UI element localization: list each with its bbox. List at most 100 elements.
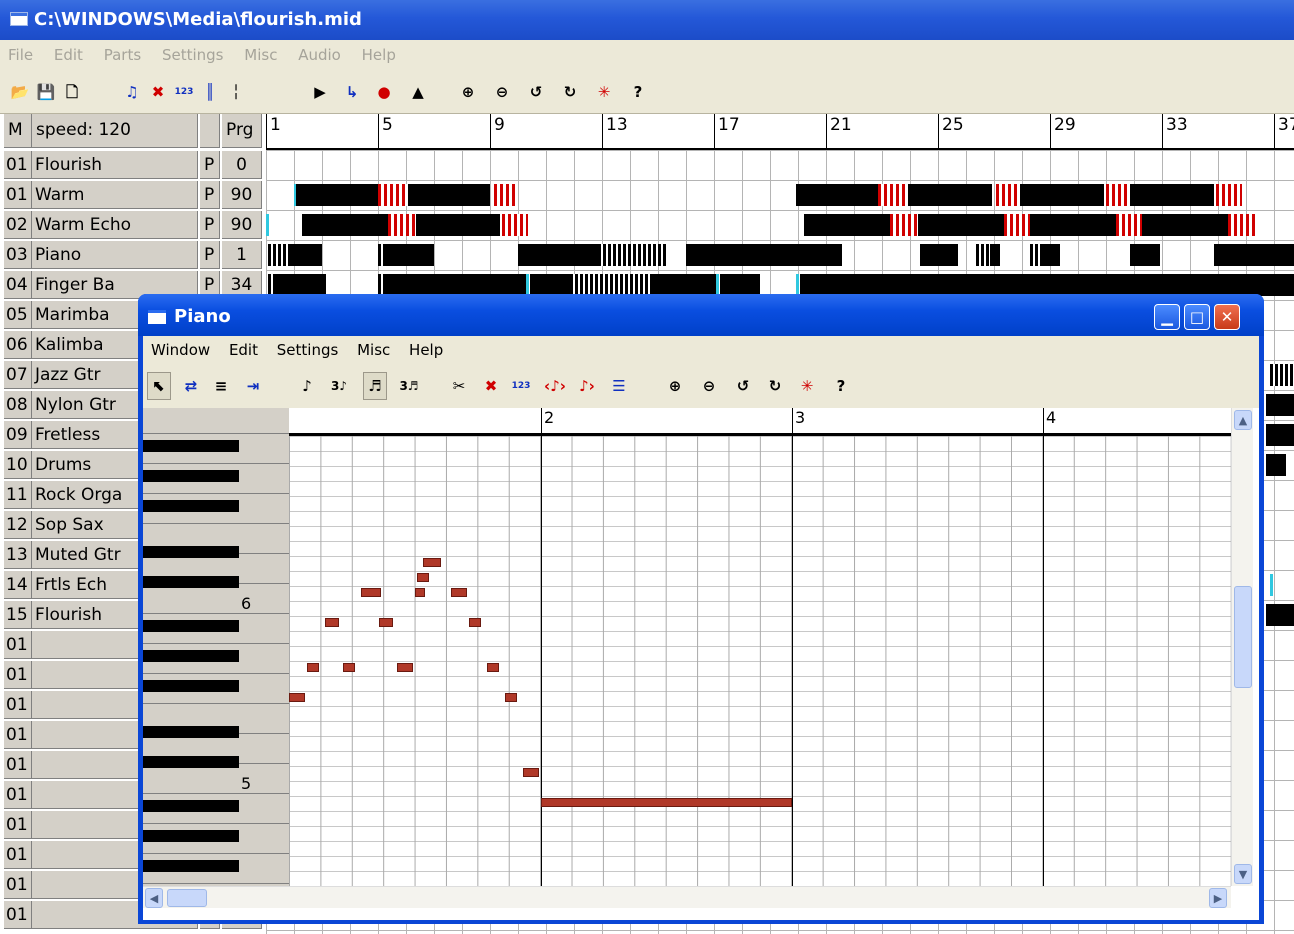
open-folder-icon[interactable]: 📂 xyxy=(8,78,32,106)
play-icon[interactable]: ▶ xyxy=(308,78,332,106)
grid-icon[interactable]: ║ xyxy=(198,78,222,106)
help-icon[interactable]: ? xyxy=(829,372,853,400)
track-number[interactable]: 01 xyxy=(4,901,32,929)
piano-keyboard[interactable]: 6 5 xyxy=(143,408,289,886)
delete-icon[interactable]: ✖ xyxy=(479,372,503,400)
track-number[interactable]: 09 xyxy=(4,421,32,449)
select-icon[interactable]: ⬉ xyxy=(147,372,171,400)
cut-icon[interactable]: ✂ xyxy=(447,372,471,400)
black-key[interactable] xyxy=(143,470,239,482)
save-icon[interactable]: 💾 xyxy=(34,78,58,106)
shift-right-icon[interactable]: ♪› xyxy=(575,372,599,400)
eighth-note-icon[interactable]: ♪ xyxy=(295,372,319,400)
track-number[interactable]: 13 xyxy=(4,541,32,569)
zoom-in-icon[interactable]: ⊕ xyxy=(663,372,687,400)
zoom-out-icon[interactable]: ⊖ xyxy=(697,372,721,400)
midi-note[interactable] xyxy=(397,663,413,672)
track-number[interactable]: 01 xyxy=(4,841,32,869)
track-number[interactable]: 06 xyxy=(4,331,32,359)
delete-notes-icon[interactable]: ✖ xyxy=(146,78,170,106)
black-key[interactable] xyxy=(143,500,239,512)
triplet-icon[interactable]: 3♪ xyxy=(327,372,351,400)
menu-help[interactable]: Help xyxy=(409,341,443,359)
redo-icon[interactable]: ↻ xyxy=(558,78,582,106)
track-number[interactable]: 01 xyxy=(4,721,32,749)
undo-icon[interactable]: ↺ xyxy=(524,78,548,106)
swap-icon[interactable]: ⇄ xyxy=(179,372,203,400)
track-program[interactable]: 90 xyxy=(222,181,262,209)
help-icon[interactable]: ? xyxy=(626,78,650,106)
midi-note[interactable] xyxy=(343,663,355,672)
metronome-icon[interactable]: ▲ xyxy=(406,78,430,106)
zoom-in-icon[interactable]: ⊕ xyxy=(456,78,480,106)
mute-header[interactable]: M xyxy=(4,114,32,148)
track-number[interactable]: 12 xyxy=(4,511,32,539)
midi-note[interactable] xyxy=(307,663,319,672)
close-button[interactable]: ✕ xyxy=(1214,304,1240,330)
track-number[interactable]: 07 xyxy=(4,361,32,389)
midi-note[interactable] xyxy=(487,663,499,672)
midi-note[interactable] xyxy=(361,588,381,597)
track-number[interactable]: 03 xyxy=(4,241,32,269)
sparkle-icon[interactable]: ✳ xyxy=(795,372,819,400)
track-number[interactable]: 11 xyxy=(4,481,32,509)
shift-left-icon[interactable]: ‹♪› xyxy=(543,372,567,400)
track-number[interactable]: 02 xyxy=(4,211,32,239)
menu-settings[interactable]: Settings xyxy=(277,341,339,359)
maximize-button[interactable]: □ xyxy=(1184,304,1210,330)
speed-display[interactable]: speed: 120 xyxy=(32,114,198,148)
scroll-up-arrow-icon[interactable]: ▲ xyxy=(1234,410,1252,430)
black-key[interactable] xyxy=(143,860,239,872)
track-number[interactable]: 01 xyxy=(4,151,32,179)
track-number[interactable]: 01 xyxy=(4,181,32,209)
track-patch-flag[interactable]: P xyxy=(200,181,220,209)
menu-help[interactable]: Help xyxy=(362,46,396,64)
scroll-left-arrow-icon[interactable]: ◀ xyxy=(145,888,163,908)
track-number[interactable]: 04 xyxy=(4,271,32,299)
midi-note[interactable] xyxy=(423,558,441,567)
midi-note[interactable] xyxy=(289,693,305,702)
note-grid[interactable] xyxy=(289,436,1231,886)
list-icon[interactable]: ≡ xyxy=(209,372,233,400)
scroll-down-arrow-icon[interactable]: ▼ xyxy=(1234,864,1252,884)
menu-edit[interactable]: Edit xyxy=(54,46,83,64)
track-number[interactable]: 01 xyxy=(4,661,32,689)
piano-titlebar[interactable]: Piano ▁ □ ✕ xyxy=(138,294,1264,336)
black-key[interactable] xyxy=(143,800,239,812)
track-name[interactable]: Piano xyxy=(32,241,198,269)
numbering-icon[interactable]: 123 xyxy=(172,78,196,106)
white-key[interactable] xyxy=(143,764,289,794)
measure-ruler[interactable]: 1 5 9 13 17 21 25 29 33 37 xyxy=(266,114,1294,150)
split-icon[interactable]: ╎ xyxy=(224,78,248,106)
menu-file[interactable]: File xyxy=(8,46,33,64)
track-number[interactable]: 01 xyxy=(4,691,32,719)
redo-icon[interactable]: ↻ xyxy=(763,372,787,400)
track-program[interactable]: 90 xyxy=(222,211,262,239)
track-number[interactable]: 08 xyxy=(4,391,32,419)
track-program[interactable]: 0 xyxy=(222,151,262,179)
sparkle-icon[interactable]: ✳ xyxy=(592,78,616,106)
menu-edit[interactable]: Edit xyxy=(229,341,258,359)
scroll-right-arrow-icon[interactable]: ▶ xyxy=(1209,888,1227,908)
track-number[interactable]: 14 xyxy=(4,571,32,599)
new-document-icon[interactable]: 🗋 xyxy=(60,78,84,106)
track-number[interactable]: 10 xyxy=(4,451,32,479)
track-name[interactable]: Flourish xyxy=(32,151,198,179)
notes-icon[interactable]: ♫ xyxy=(120,78,144,106)
black-key[interactable] xyxy=(143,546,239,558)
menu-parts[interactable]: Parts xyxy=(104,46,141,64)
black-key[interactable] xyxy=(143,756,239,768)
insert-icon[interactable]: ⇥ xyxy=(241,372,265,400)
black-key[interactable] xyxy=(143,620,239,632)
vertical-scrollbar[interactable]: ▲ ▼ xyxy=(1231,408,1253,886)
black-key[interactable] xyxy=(143,830,239,842)
track-number[interactable]: 01 xyxy=(4,811,32,839)
minimize-button[interactable]: ▁ xyxy=(1154,304,1180,330)
midi-note[interactable] xyxy=(451,588,467,597)
horizontal-scrollbar[interactable]: ◀ ▶ xyxy=(143,886,1231,908)
black-key[interactable] xyxy=(143,576,239,588)
track-program[interactable]: 1 xyxy=(222,241,262,269)
quantize-icon[interactable]: ☰ xyxy=(607,372,631,400)
triplet-sixteenth-icon[interactable]: 3♬ xyxy=(397,372,421,400)
track-name[interactable]: Warm Echo xyxy=(32,211,198,239)
